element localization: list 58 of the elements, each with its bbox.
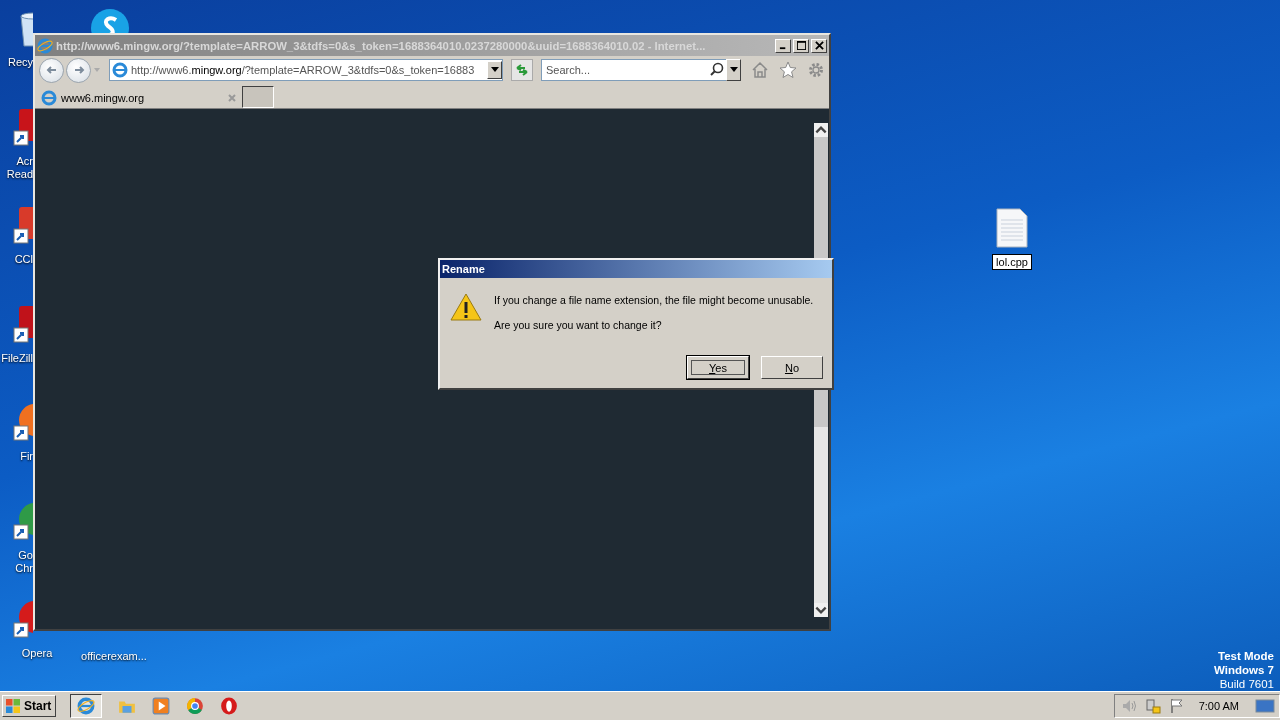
dialog-message: If you change a file name extension, the file might become unusable. (494, 294, 814, 306)
clock[interactable]: 7:00 AM (1198, 700, 1239, 712)
browser-logo-icon (37, 37, 53, 54)
back-button[interactable] (39, 57, 64, 83)
dialog-question: Are you sure you want to change it? (494, 319, 663, 331)
play-icon (152, 697, 171, 715)
icon-label: Read (6, 167, 33, 181)
close-button[interactable] (811, 38, 827, 53)
dropdown-button[interactable] (726, 59, 741, 81)
scroll-up-icon[interactable] (814, 123, 828, 137)
icon-label: Opera (21, 647, 53, 660)
caret-icon (729, 67, 738, 73)
os-notice-text: Windows 7 (1214, 663, 1274, 677)
icon-label: FileZill (1, 351, 33, 365)
file-name-field[interactable]: lol.cpp (992, 254, 1032, 270)
address-bar[interactable]: http://www6.mingw.org/?template=ARROW_3&tdfs=0&s_token=16883 (109, 59, 503, 81)
circle-logo-icon (186, 697, 205, 715)
icon-label: officerexam... (81, 650, 147, 662)
right-arrow-icon (72, 64, 85, 76)
search-icon[interactable] (708, 59, 726, 81)
cancel-button[interactable]: No (761, 356, 823, 379)
ring-logo-icon (220, 697, 239, 715)
minimize-button[interactable] (775, 38, 791, 53)
browser-logo-icon (112, 62, 128, 78)
icon-label: Go (18, 548, 33, 562)
maximize-icon (796, 41, 806, 50)
icon-label: Fir (20, 450, 33, 463)
flag-icon[interactable] (1168, 698, 1185, 714)
caret-icon (490, 67, 499, 73)
start-button[interactable]: Start (2, 695, 57, 717)
icon-label: Acr (16, 154, 33, 168)
refresh-button[interactable] (511, 59, 533, 81)
browser-logo-icon (41, 89, 57, 106)
dropdown-button[interactable] (487, 61, 502, 79)
new-tab-button[interactable] (242, 86, 274, 108)
os-notice-text: Test Mode (1218, 649, 1274, 663)
scroll-down-icon[interactable] (814, 603, 828, 617)
warning-icon (450, 292, 482, 322)
dialog-title: Rename (442, 263, 485, 275)
left-arrow-icon (45, 64, 58, 76)
taskbar-app-button[interactable] (70, 694, 103, 718)
icon-label: Recy (7, 56, 33, 69)
refresh-arrows-icon (515, 63, 529, 77)
browser-logo-icon (77, 697, 96, 715)
maximize-button[interactable] (793, 38, 809, 53)
icon-label: CCl (14, 253, 33, 266)
text-file-icon[interactable] (996, 208, 1028, 248)
url-text: http://www6.mingw.org/?template=ARROW_3&tdfs=0&s_token=16883 (131, 64, 476, 76)
show-desktop-icon[interactable] (1255, 698, 1275, 714)
app-icon[interactable] (90, 8, 130, 33)
icon-label: Chr (15, 561, 33, 575)
confirm-button[interactable]: Yes (687, 356, 749, 379)
start-logo-icon (5, 698, 21, 714)
favorites-star-icon[interactable] (779, 61, 797, 79)
forward-button[interactable] (66, 57, 91, 83)
os-notice-text: Build 7601 (1219, 677, 1274, 691)
close-icon (814, 41, 824, 50)
search-field[interactable]: Search... (541, 59, 708, 81)
